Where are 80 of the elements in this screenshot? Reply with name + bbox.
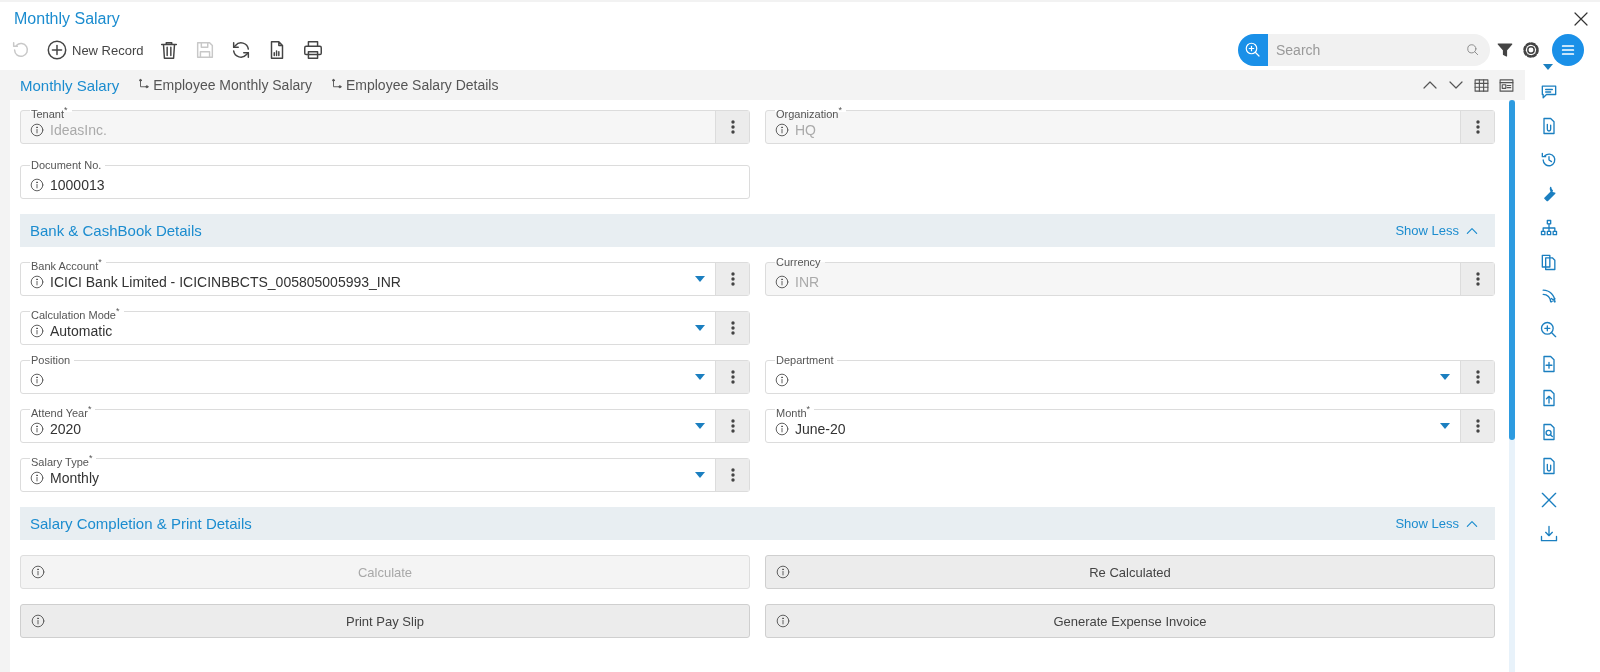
tab[interactable]: Employee Salary Details (327, 75, 505, 95)
section-title: Salary Completion & Print Details (30, 515, 252, 532)
filter-icon (1496, 41, 1514, 59)
dropdown-caret-icon (695, 325, 705, 331)
more-options-button[interactable] (715, 263, 749, 295)
field-value: 1000013 (50, 177, 105, 193)
search-input[interactable]: Search (1268, 42, 1466, 58)
scrollbar[interactable] (1509, 100, 1515, 672)
field-value: IdeasInc. (50, 122, 107, 138)
more-options-button[interactable] (1460, 410, 1494, 442)
hierarchy-icon (1539, 218, 1559, 238)
field-label: Position (30, 353, 75, 367)
dropdown-caret-icon (1543, 64, 1553, 70)
printer-icon (301, 39, 324, 61)
field-value: 2020 (50, 421, 82, 437)
info-icon (30, 275, 44, 289)
dropdown-caret-icon (695, 276, 705, 282)
action-button[interactable]: Re Calculated (765, 555, 1495, 589)
dropdown-caret-icon (1440, 423, 1450, 429)
info-icon (775, 275, 789, 289)
zoom-button[interactable] (1238, 34, 1268, 66)
field-value: Monthly (50, 470, 100, 486)
info-icon (30, 123, 44, 137)
info-icon (30, 324, 44, 338)
more-options-button[interactable] (715, 312, 749, 344)
info-icon (31, 565, 45, 579)
info-icon (776, 614, 790, 628)
section-title: Bank & CashBook Details (30, 222, 202, 239)
zoom-in-icon (1244, 41, 1262, 59)
menu-icon (1560, 42, 1576, 58)
form-view-icon (1498, 76, 1515, 94)
field-label: Document No. (30, 158, 106, 172)
plus-circle-icon (46, 39, 68, 61)
kebab-icon (730, 370, 735, 384)
zoom-in-icon (1539, 320, 1559, 340)
field-value: Automatic (50, 323, 113, 339)
more-options-button[interactable] (1460, 361, 1494, 393)
info-icon (775, 422, 789, 436)
action-button[interactable]: Print Pay Slip (20, 604, 750, 638)
more-options-button[interactable] (715, 410, 749, 442)
field-value: ICICI Bank Limited - ICICINBBCTS_005805005993_INR (50, 274, 401, 290)
field-value: INR (795, 274, 820, 290)
kebab-icon (730, 419, 735, 433)
kebab-icon (1475, 419, 1480, 433)
kebab-icon (730, 468, 735, 482)
kebab-icon (730, 120, 735, 134)
field-label: Currency (775, 255, 825, 269)
dropdown-caret-icon (695, 423, 705, 429)
info-icon (31, 614, 45, 628)
tab[interactable]: Employee Monthly Salary (135, 75, 318, 95)
menu-button[interactable] (1552, 34, 1584, 66)
kebab-icon (1475, 272, 1480, 286)
dropdown-caret-icon (695, 374, 705, 380)
more-options-button[interactable] (715, 361, 749, 393)
info-icon (30, 178, 44, 192)
info-icon (30, 373, 44, 387)
dropdown-caret-icon (1440, 374, 1450, 380)
new-button[interactable]: New Record (44, 37, 146, 63)
field-value: June-20 (795, 421, 846, 437)
settings-icon (1520, 39, 1542, 61)
info-icon (776, 565, 790, 579)
info-icon (30, 471, 44, 485)
more-options-button[interactable] (715, 459, 749, 491)
field-value: HQ (795, 122, 816, 138)
info-icon (775, 373, 789, 387)
info-icon (30, 422, 44, 436)
grid-view-icon (1473, 76, 1490, 94)
dropdown-caret-icon (695, 472, 705, 478)
info-icon (775, 123, 789, 137)
window-title: Monthly Salary (14, 9, 120, 28)
kebab-icon (1475, 370, 1480, 384)
kebab-icon (730, 321, 735, 335)
download-icon (1539, 524, 1559, 544)
search-icon (1466, 43, 1480, 57)
action-button[interactable]: Generate Expense Invoice (765, 604, 1495, 638)
search-field[interactable]: Search (1268, 34, 1490, 66)
close-icon (1539, 490, 1559, 510)
kebab-icon (1475, 120, 1480, 134)
kebab-icon (730, 272, 735, 286)
field-label: Department (775, 353, 838, 367)
